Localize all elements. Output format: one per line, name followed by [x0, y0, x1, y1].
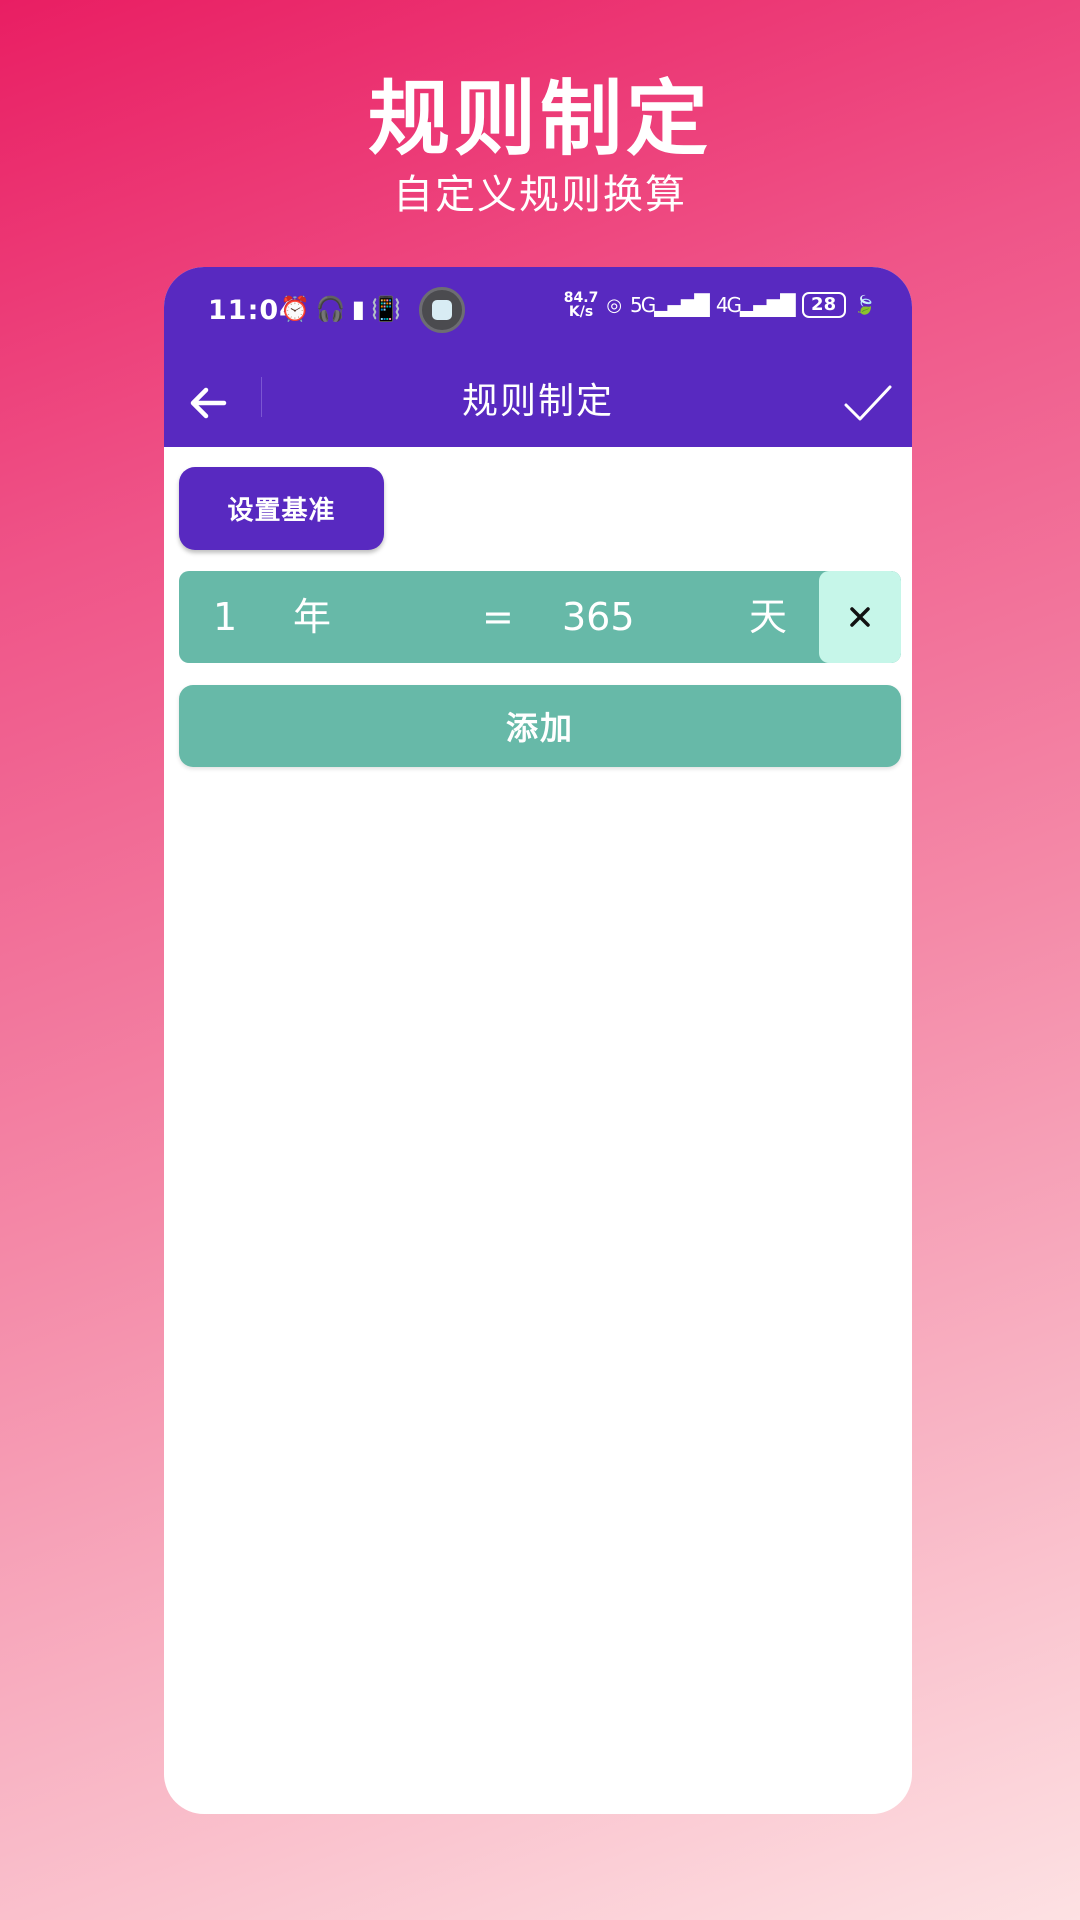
promo-title: 规则制定 — [367, 72, 712, 167]
signal-4g-icon: 4G▂▄▆█ — [715, 293, 796, 317]
toolbar: 规则制定 — [164, 357, 912, 447]
rule-left-unit[interactable]: 年 — [293, 571, 331, 663]
network-speed-value: 84.7 — [563, 290, 599, 306]
network-4g-label: 4G — [715, 293, 742, 317]
battery-indicator: 28 — [801, 292, 846, 318]
toolbar-title: 规则制定 — [461, 381, 614, 422]
rule-right-value[interactable]: 365 — [562, 571, 635, 663]
alarm-icon: ⏰ — [280, 295, 310, 323]
network-5g-label: 5G — [630, 293, 656, 317]
add-rule-button[interactable]: 添加 — [179, 685, 901, 767]
battery-small-icon: ▮ — [351, 295, 365, 323]
rule-left-value[interactable]: 1 — [213, 571, 237, 663]
rule-equals-sign: = — [482, 595, 514, 639]
headphones-icon: 🎧 — [315, 295, 346, 323]
notification-app-icon — [419, 287, 465, 333]
confirm-button[interactable] — [842, 377, 894, 429]
vibrate-icon: 📳 — [371, 295, 401, 323]
status-bar: 11:04 ⏰ 🎧 ▮ 📳 84.7 K/s ◎ 5G▂▄▆█ 4G▂▄▆█ 2… — [164, 267, 912, 357]
delete-rule-button[interactable] — [819, 571, 901, 663]
signal-5g-icon: 5G▂▄▆█ — [630, 293, 710, 317]
back-button[interactable] — [184, 379, 232, 427]
set-base-button[interactable]: 设置基准 — [179, 467, 384, 550]
check-icon — [844, 385, 892, 421]
leaf-icon: 🍃 — [853, 294, 876, 316]
rule-row: 1 年 = 365 天 — [179, 571, 901, 663]
toolbar-divider — [261, 377, 262, 417]
phone-screen: 11:04 ⏰ 🎧 ▮ 📳 84.7 K/s ◎ 5G▂▄▆█ 4G▂▄▆█ 2… — [164, 267, 912, 1814]
close-icon — [850, 607, 870, 627]
status-right-icons: 84.7 K/s ◎ 5G▂▄▆█ 4G▂▄▆█ 28 🍃 — [564, 291, 876, 319]
status-left-icons: ⏰ 🎧 ▮ 📳 — [280, 295, 401, 323]
arrow-left-icon — [190, 387, 227, 419]
promo-subtitle: 自定义规则换算 — [393, 172, 687, 218]
network-speed-unit: K/s — [568, 304, 594, 320]
network-speed: 84.7 K/s — [564, 291, 599, 319]
hotspot-icon: ◎ — [606, 294, 623, 316]
rule-right-unit[interactable]: 天 — [749, 571, 787, 663]
